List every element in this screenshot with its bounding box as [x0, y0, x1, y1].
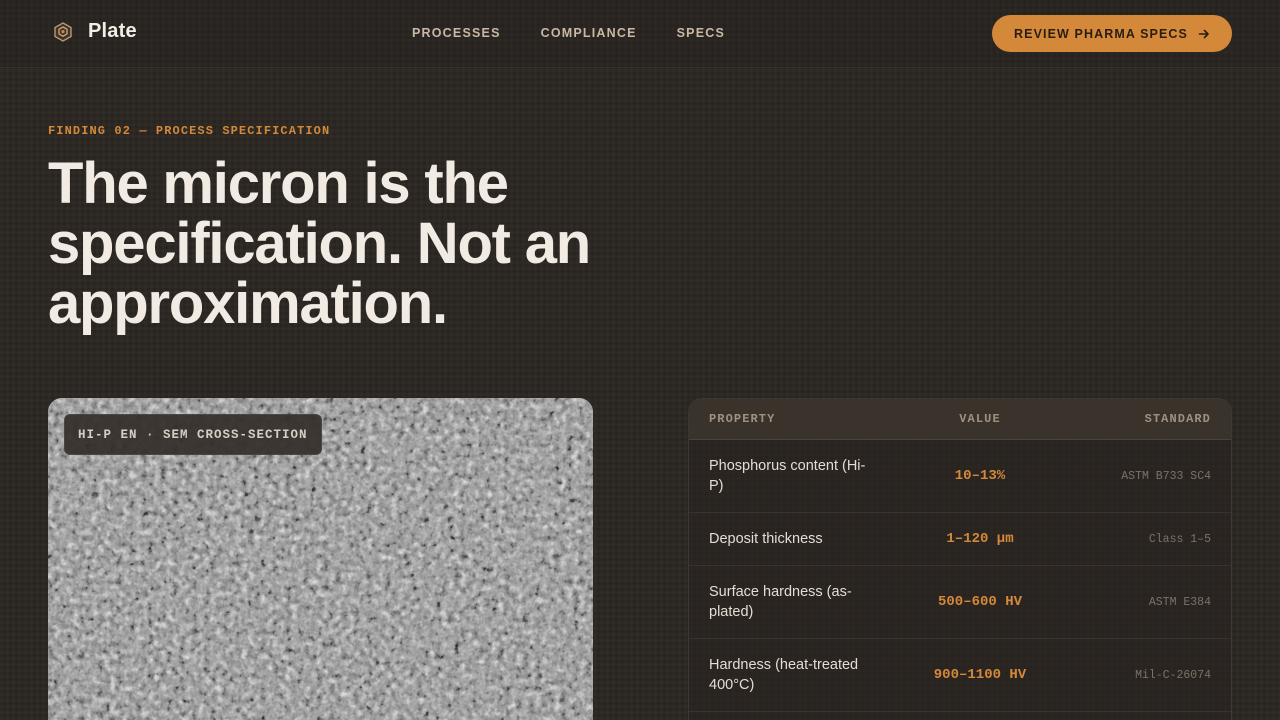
nav-link-compliance[interactable]: COMPLIANCE — [541, 26, 637, 40]
brand[interactable]: Plate — [52, 20, 137, 43]
cta-label: REVIEW PHARMA SPECS — [1014, 26, 1188, 41]
value-cell: 900–1100 HV — [933, 667, 1027, 683]
standard-cell: Class 1–5 — [1148, 532, 1211, 546]
site-header: Plate PROCESSES COMPLIANCE SPECS REVIEW … — [0, 0, 1280, 68]
standard-cell: ASTM E384 — [1148, 595, 1211, 609]
column-header-value: VALUE — [959, 412, 1001, 426]
table-row: Hardness (heat-treated 400°C) 900–1100 H… — [689, 639, 1231, 712]
value-cell: 500–600 HV — [937, 594, 1022, 610]
main-nav: PROCESSES COMPLIANCE SPECS — [412, 26, 725, 40]
property-cell: Deposit thickness — [709, 531, 823, 547]
nav-link-processes[interactable]: PROCESSES — [412, 26, 501, 40]
sem-cross-section-image: HI-P EN · SEM CROSS-SECTION — [48, 398, 593, 720]
specs-table: PROPERTY VALUE STANDARD Phosphorus conte… — [688, 398, 1232, 720]
property-cell: Phosphorus content (Hi-P) — [709, 458, 866, 494]
table-row: Surface hardness (as-plated) 500–600 HV … — [689, 566, 1231, 639]
property-cell: Hardness (heat-treated 400°C) — [709, 657, 859, 693]
value-cell: 1–120 µm — [946, 531, 1014, 547]
standard-cell: ASTM B733 SC4 — [1121, 469, 1211, 483]
column-header-standard: STANDARD — [1144, 412, 1211, 426]
value-cell: 10–13% — [954, 468, 1006, 484]
eyebrow-label: FINDING 02 — PROCESS SPECIFICATION — [48, 124, 331, 138]
brand-name: Plate — [88, 20, 137, 42]
table-row: Phosphorus content (Hi-P) 10–13% ASTM B7… — [689, 440, 1231, 513]
table-row: Deposit thickness 1–120 µm Class 1–5 — [689, 513, 1231, 566]
nav-link-specs[interactable]: SPECS — [677, 26, 725, 40]
review-pharma-specs-button[interactable]: REVIEW PHARMA SPECS — [992, 15, 1232, 52]
plate-logo-icon — [54, 21, 72, 42]
table-header: PROPERTY VALUE STANDARD — [689, 399, 1231, 440]
column-header-property: PROPERTY — [709, 412, 776, 426]
page-title: The micron is the specification. Not an … — [48, 151, 591, 336]
arrow-right-icon — [1198, 29, 1209, 38]
image-caption-tag: HI-P EN · SEM CROSS-SECTION — [64, 414, 322, 455]
property-cell: Surface hardness (as-plated) — [709, 584, 852, 620]
standard-cell: Mil-C-26074 — [1135, 668, 1211, 682]
